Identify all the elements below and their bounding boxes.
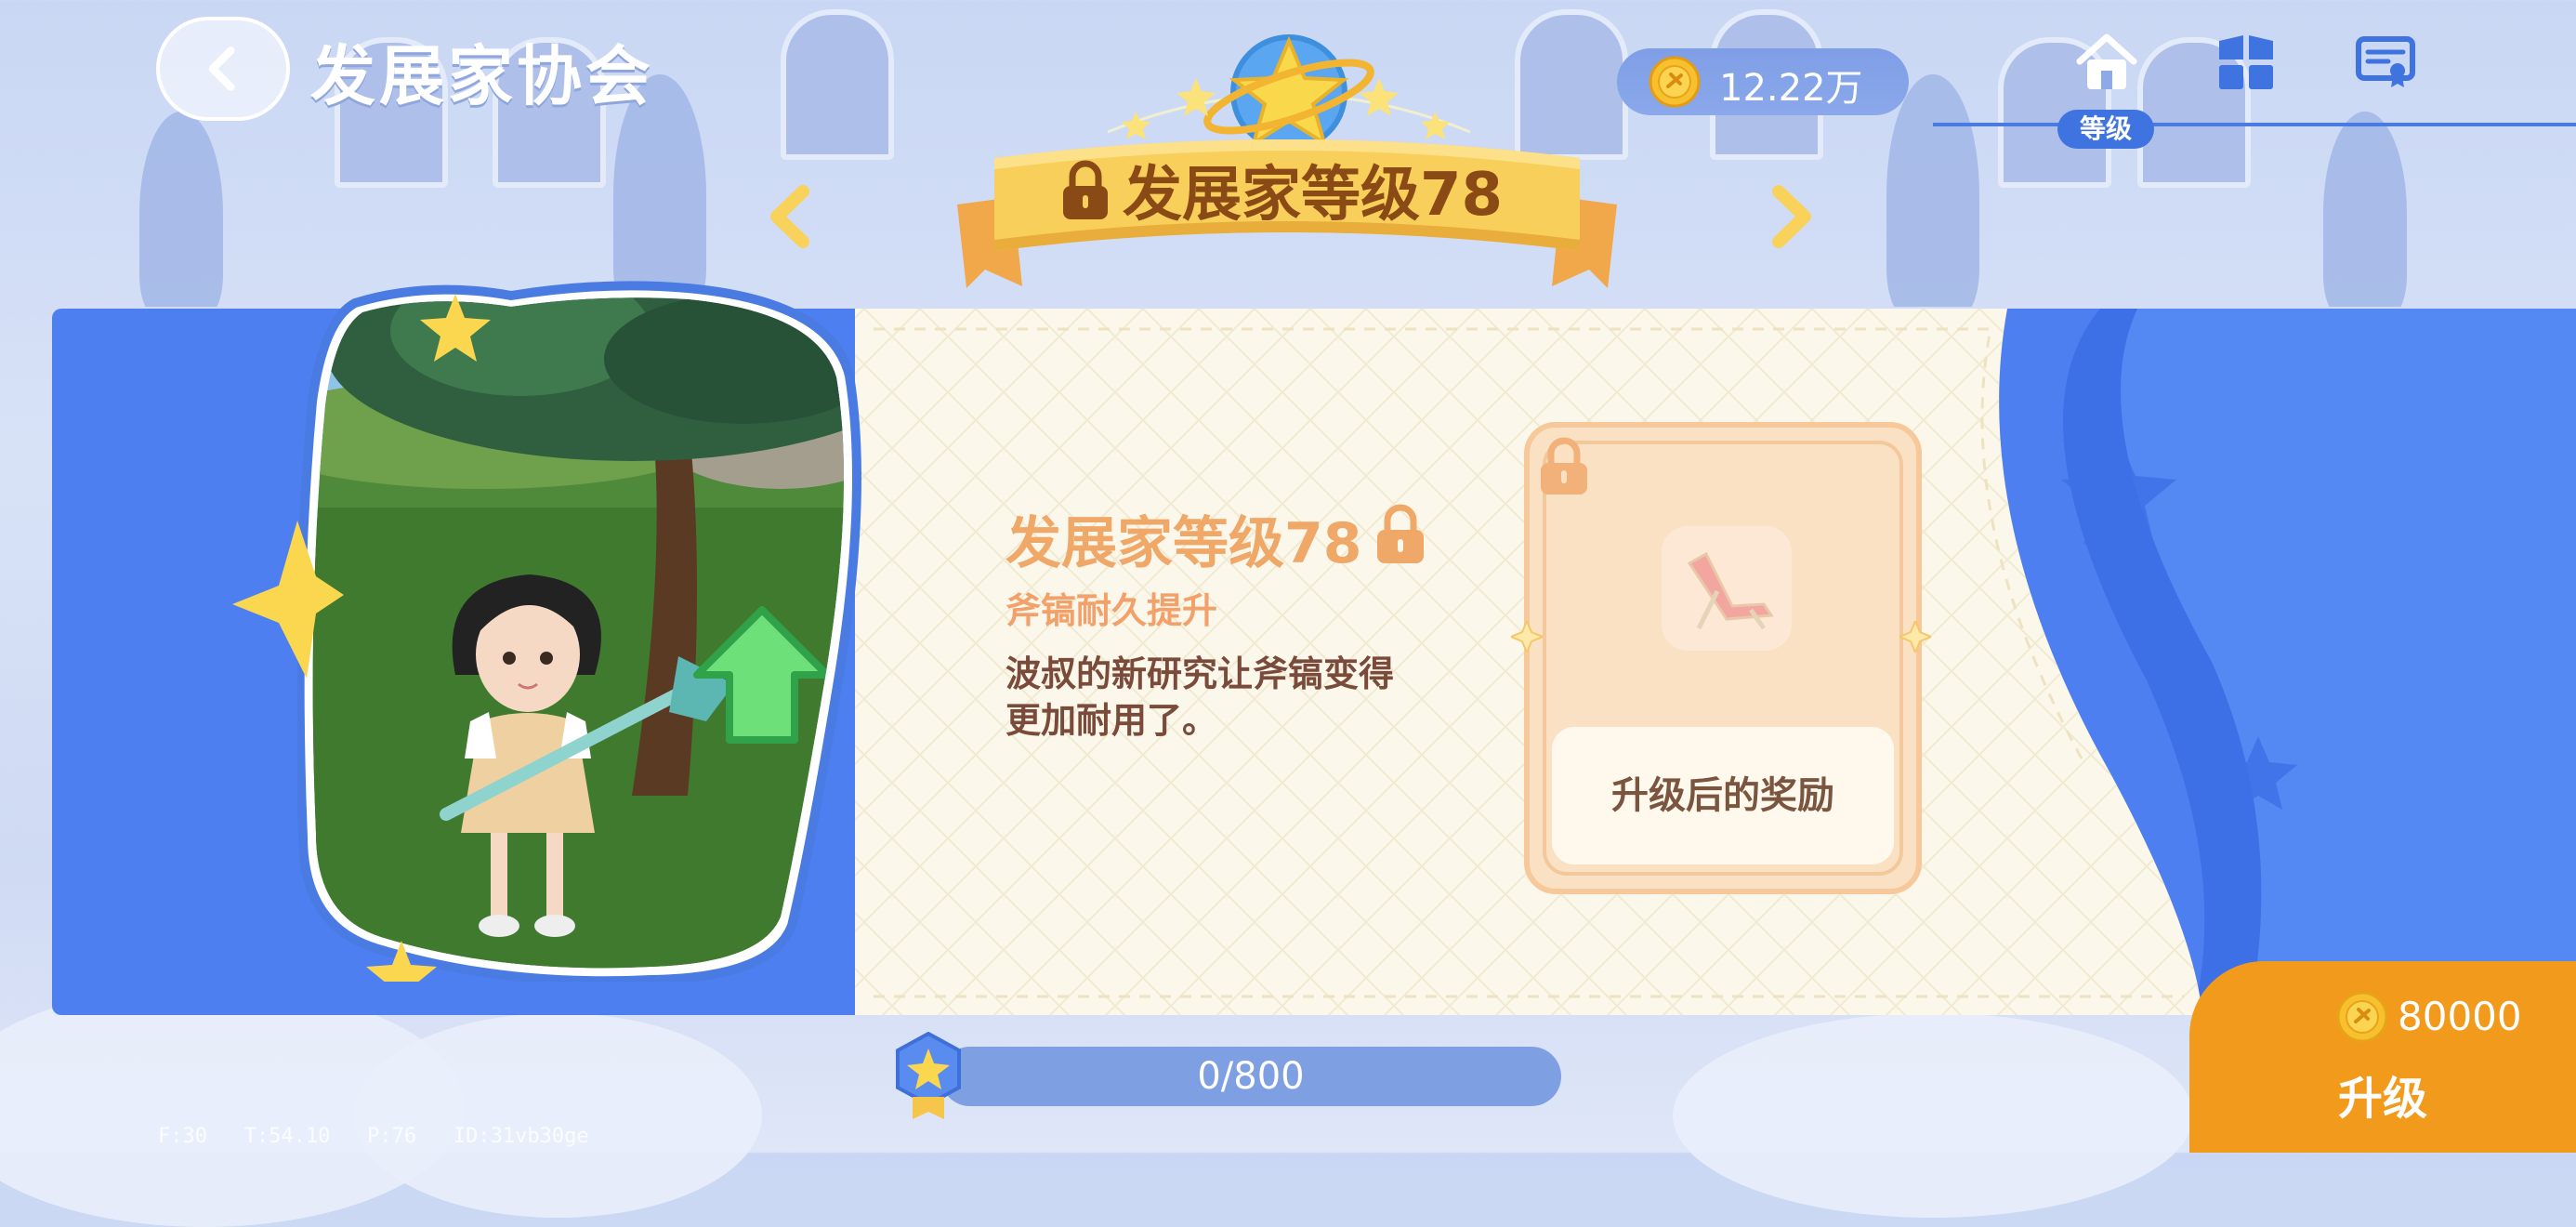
- level-banner-title: 发展家等级78: [1123, 161, 1504, 230]
- arrow-right-icon[interactable]: [1764, 184, 1816, 249]
- chevron-left-icon: [208, 46, 235, 91]
- lock-icon: [1377, 504, 1424, 563]
- bg-tree: [139, 112, 223, 307]
- upgrade-cost: 80000: [2398, 994, 2522, 1039]
- arrow-left-icon[interactable]: [766, 184, 818, 249]
- bg-cloud: [353, 1013, 762, 1218]
- detail-description-line: 更加耐用了。: [1005, 700, 1218, 741]
- character-with-axe-image: [297, 281, 861, 982]
- certificate-icon[interactable]: [2351, 28, 2420, 97]
- detail-subtitle: 斧镐耐久提升: [1005, 590, 1218, 631]
- progress-text: 0/800: [1197, 1055, 1305, 1098]
- level-badge-icon: [896, 1032, 961, 1119]
- currency-display: 12.22万: [1617, 48, 1909, 115]
- tab-level-label[interactable]: 等级: [2057, 110, 2154, 149]
- detail-description-line: 波叔的新研究让斧镐变得: [1005, 653, 1395, 694]
- nav-underline: [1933, 123, 2576, 126]
- lock-icon: [1063, 160, 1108, 219]
- detail-title: 发展家等级78: [1005, 511, 1362, 576]
- lock-icon: [1541, 437, 1587, 495]
- page-title: 发展家协会: [310, 38, 654, 114]
- upgrade-label[interactable]: 升级: [2189, 1062, 2576, 1127]
- currency-amount: 12.22万: [1719, 67, 1863, 110]
- bg-cloud: [1673, 1013, 2193, 1218]
- reward-preview-button[interactable]: 升级后的奖励: [1552, 727, 1894, 864]
- grid-icon[interactable]: [2212, 28, 2280, 97]
- home-icon[interactable]: [2072, 28, 2141, 97]
- bg-tree: [1886, 74, 1979, 307]
- debug-overlay: F:30 T:54.10 P:76 ID:31vb30ge: [158, 1125, 589, 1148]
- coin-icon: [2336, 991, 2388, 1043]
- diamond-icon: [1899, 621, 1931, 653]
- coin-icon: [1649, 56, 1701, 108]
- reward-item[interactable]: [1662, 526, 1792, 651]
- diamond-icon: [1511, 621, 1543, 653]
- detail-description: 波叔的新研究让斧镐变得 更加耐用了。: [1005, 651, 1470, 744]
- lounge-chair-icon: [1687, 551, 1774, 630]
- back-button[interactable]: [156, 17, 290, 121]
- side-star-icon: [232, 521, 344, 679]
- bg-tree: [2323, 112, 2407, 307]
- bg-window: [781, 9, 894, 160]
